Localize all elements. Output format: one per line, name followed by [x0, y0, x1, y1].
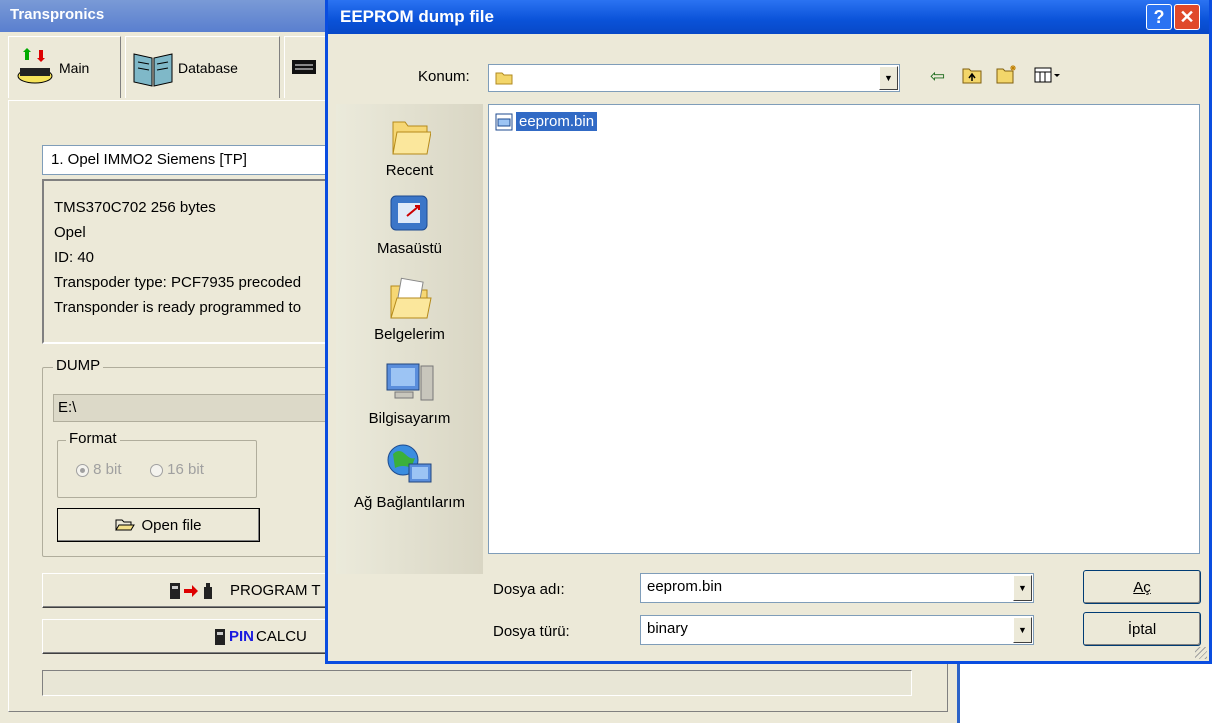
open-file-button[interactable]: Open file — [57, 508, 260, 542]
dump-legend: DUMP — [53, 357, 104, 374]
list-item[interactable]: eeprom.bin — [495, 112, 598, 131]
tab-database-label: Database — [178, 59, 238, 76]
places-bar: Recent Masaüstü Belgelerim Bilgisayarım … — [336, 104, 483, 574]
filetype-select[interactable]: binary ▼ — [640, 615, 1034, 645]
car-select[interactable]: 1. Opel IMMO2 Siemens [TP] — [42, 145, 342, 175]
program-arrow-icon — [170, 582, 212, 599]
folder-icon — [495, 72, 513, 85]
look-in-select[interactable]: ▼ — [488, 64, 900, 92]
open-button[interactable]: Aç — [1083, 570, 1201, 604]
back-icon[interactable]: ⇦ — [930, 66, 945, 87]
computer-icon — [386, 363, 433, 401]
open-file-label: Open file — [141, 516, 202, 534]
cancel-button-label: İptal — [1127, 620, 1157, 638]
format-8bit-radio[interactable]: 8 bit — [76, 461, 122, 478]
dialog-title: EEPROM dump file — [328, 0, 1209, 34]
format-legend: Format — [66, 430, 120, 447]
format-16bit-radio[interactable]: 16 bit — [150, 461, 204, 478]
filename-input[interactable]: eeprom.bin ▼ — [640, 573, 1034, 603]
file-name: eeprom.bin — [516, 112, 598, 131]
pin-calc-label: CALCU — [256, 628, 307, 645]
open-folder-icon — [115, 519, 136, 531]
dump-group: DUMP E:\ Format 8 bit 16 bit Open file — [42, 357, 342, 557]
tab-main[interactable]: Main — [8, 36, 121, 98]
place-computer[interactable]: Bilgisayarım — [336, 360, 483, 427]
file-icon — [495, 113, 513, 130]
desktop-icon — [390, 195, 427, 231]
cancel-button[interactable]: İptal — [1083, 612, 1201, 646]
pin-label: PIN — [229, 628, 255, 645]
close-icon: ✕ — [1179, 6, 1195, 27]
main-tabbar: Main Database — [8, 36, 338, 102]
network-globe-icon — [387, 444, 431, 483]
radio-dot-icon — [150, 463, 163, 477]
info-line: Opel — [54, 224, 86, 241]
format-8bit-label: 8 bit — [93, 461, 122, 478]
place-recent[interactable]: Recent — [336, 114, 483, 179]
tab-database[interactable]: Database — [125, 36, 280, 98]
chevron-down-icon[interactable]: ▼ — [1013, 617, 1032, 643]
book-icon — [133, 52, 173, 87]
close-button[interactable]: ✕ — [1174, 4, 1200, 30]
up-folder-icon[interactable] — [962, 66, 982, 87]
keyboard-icon — [292, 59, 316, 74]
look-in-label: Konum: — [418, 68, 470, 85]
filename-label: Dosya adı: — [493, 581, 565, 598]
open-button-label: Aç — [1133, 578, 1151, 596]
documents-folder-icon — [389, 277, 432, 319]
chip-icon — [17, 47, 53, 83]
resize-grip[interactable] — [1195, 647, 1207, 659]
format-16bit-label: 16 bit — [167, 461, 204, 478]
new-folder-icon[interactable] — [996, 64, 1018, 87]
progress-bar — [42, 670, 912, 696]
radio-dot-icon — [76, 463, 89, 477]
chevron-down-icon[interactable]: ▼ — [1013, 575, 1032, 601]
recent-folder-icon — [391, 121, 432, 155]
place-desktop[interactable]: Masaüstü — [336, 192, 483, 257]
format-group: Format 8 bit 16 bit — [57, 430, 257, 498]
program-button-label: PROGRAM T — [230, 582, 321, 599]
info-line: TMS370C702 256 bytes — [54, 199, 216, 216]
help-icon: ? — [1153, 6, 1165, 27]
chevron-down-icon[interactable]: ▼ — [879, 66, 898, 90]
view-menu-icon[interactable] — [1034, 66, 1062, 87]
file-list[interactable]: eeprom.bin — [488, 104, 1200, 554]
help-button[interactable]: ? — [1146, 4, 1172, 30]
info-line: ID: 40 — [54, 249, 95, 266]
place-documents[interactable]: Belgelerim — [336, 276, 483, 343]
file-dialog: EEPROM dump file ? ✕ Konum: ▼ ⇦ Recent M… — [325, 0, 1212, 664]
info-line: Transpoder type: PCF7935 precoded — [54, 274, 302, 291]
dump-path-field[interactable]: E:\ — [53, 394, 338, 422]
info-box: TMS370C702 256 bytes Opel ID: 40 Transpo… — [42, 179, 342, 344]
filetype-value: binary — [647, 620, 688, 637]
tab-main-label: Main — [59, 59, 90, 76]
info-line: Transponder is ready programmed to — [54, 299, 302, 316]
place-network[interactable]: Ağ Bağlantılarım — [336, 442, 483, 511]
remote-icon — [215, 628, 225, 645]
filename-value: eeprom.bin — [647, 578, 723, 595]
filetype-label: Dosya türü: — [493, 623, 570, 640]
